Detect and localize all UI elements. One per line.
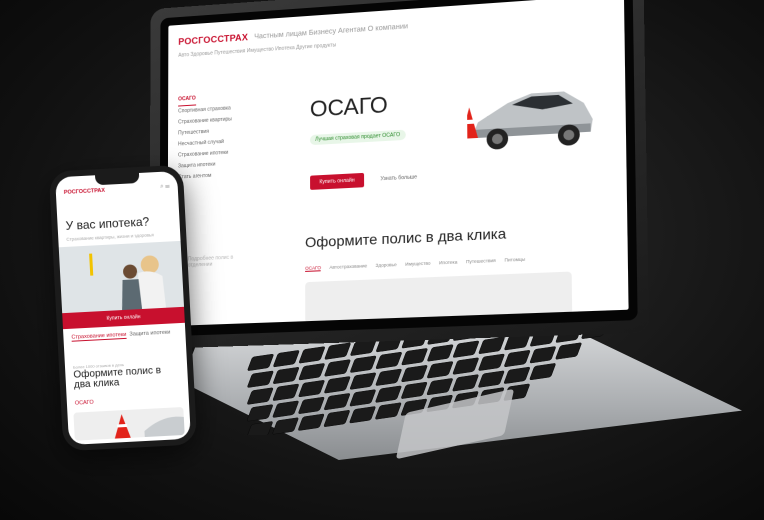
tab-mortgage-insurance[interactable]: Страхование ипотеки [71,331,127,342]
top-links[interactable]: Частным лицам Бизнесу Агентам О компании [254,23,408,41]
keyboard-key [247,370,274,388]
keyboard-key [298,396,325,414]
keyboard-key [427,361,454,379]
tab-mortgage-protection[interactable]: Защита ипотеки [129,330,170,338]
buy-online-button[interactable]: Купить онлайн [310,172,365,190]
keyboard-key [453,340,479,358]
laptop-bezel: РОСГОССТРАХ Частным лицам Бизнесу Агента… [159,0,638,337]
keyboard-key [426,378,453,396]
keyboard-key [298,363,325,381]
phone-screen: РОСГОССТРАХ ⌕ ☰ У вас ипотека? Страхован… [55,170,191,446]
keyboard-key [350,372,376,390]
keyboard-key [452,357,479,375]
keyboard-key [273,367,300,384]
keyboard-key [478,370,505,388]
keyboard-key [273,350,300,368]
site-header: РОСГОССТРАХ Частным лицам Бизнесу Агента… [178,5,615,49]
tab[interactable]: Здоровье [375,262,396,269]
sidebar-item[interactable]: Стать агентом [178,169,251,184]
keyboard-key [401,381,428,399]
page-title: ОСАГО [309,91,388,122]
keyboard-key [375,368,402,386]
keyboard-key [375,402,402,420]
keyboard-key [504,350,531,367]
keyboard-key [272,400,299,418]
keyboard-key [298,413,325,431]
product-tabs: ОСАГО Автострахование Здоровье Имущество… [305,257,525,272]
keyboard-key [401,365,428,382]
keyboard-key [349,389,376,407]
keyboard-key [324,376,351,394]
keyboard-key [375,385,402,403]
phone-subheading: Страхование квартиры, жизни и здоровья [66,232,154,242]
keyboard-key [401,348,428,366]
keyboard-key [452,374,479,392]
keyboard-key [272,417,299,435]
keyboard-key [324,342,351,360]
phone-product-image [73,406,185,441]
keyboard-key [323,410,350,427]
sidebar: ОСАГО Спортивная страховка Страхование к… [178,90,251,183]
phone-heading: У вас ипотека? [65,214,150,233]
laptop-screen: РОСГОССТРАХ Частным лицам Бизнесу Агента… [167,0,629,327]
tab[interactable]: Автострахование [329,263,367,271]
phone-logo[interactable]: РОСГОССТРАХ [64,188,105,196]
keyboard-key [299,346,325,364]
phone: РОСГОССТРАХ ⌕ ☰ У вас ипотека? Страхован… [48,164,198,452]
tab-osago[interactable]: ОСАГО [305,265,322,272]
keyboard-key [324,393,351,411]
keyboard-key [247,387,274,405]
phone-section-heading: Оформите полис в два клика [73,365,162,391]
section-heading: Оформите полис в два клика [305,224,507,251]
keyboard-key [529,363,556,381]
keyboard-key [350,355,377,373]
tab[interactable]: Путешествия [466,258,496,266]
car-image [466,89,593,150]
tab[interactable]: Имущество [405,261,430,268]
keyboard-key [478,337,505,354]
laptop-lid: РОСГОССТРАХ Частным лицам Бизнесу Агента… [149,0,650,350]
keyboard-key [349,406,376,424]
phone-notch [95,172,140,186]
keyboard-key [478,353,505,371]
keyboard-key [246,421,273,435]
keyboard-key [324,359,351,377]
keyboard-key [246,404,273,422]
keyboard-key [272,383,299,401]
site-logo[interactable]: РОСГОССТРАХ [178,32,248,47]
keyboard-key [375,352,402,369]
keyboard-key [247,353,274,371]
keyboard-key [427,344,454,362]
product-card[interactable] [305,271,573,324]
menu-icon[interactable]: ⌕ ☰ [160,183,170,190]
learn-more-button[interactable]: Узнать больше [372,170,425,187]
tab[interactable]: Питомцы [504,257,525,264]
promo-text: Подробнее полис в отделении [187,254,234,269]
keyboard-key [503,366,530,384]
tab[interactable]: Ипотека [439,259,457,266]
status-badge: Лучшая страховая продает ОСАГО [309,129,406,146]
keyboard-key [298,380,325,398]
keyboard-key [529,346,556,364]
keyboard-key [555,342,582,360]
phone-osago-label[interactable]: ОСАГО [75,400,94,407]
